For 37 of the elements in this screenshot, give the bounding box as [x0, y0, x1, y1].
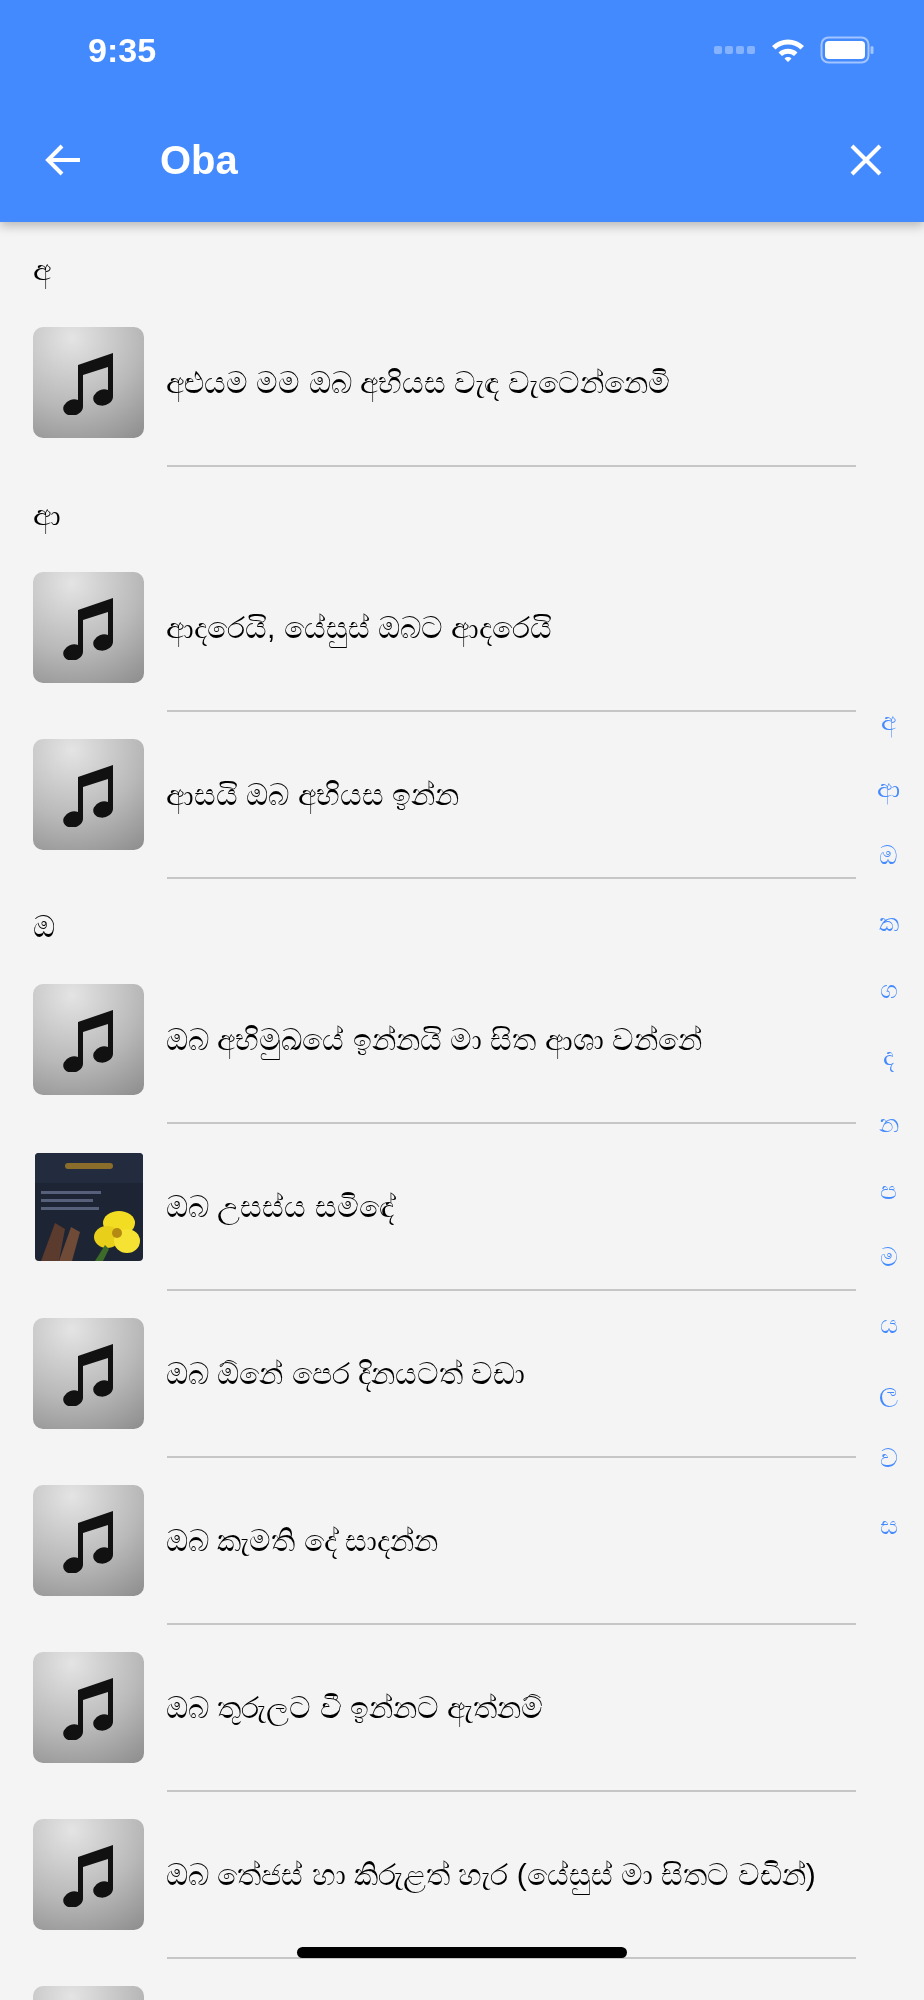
section-letter: ඔ	[33, 912, 55, 942]
song-title: ඔබ තුරුලට වී ඉන්නට ඇත්නම්	[166, 1685, 544, 1730]
index-letter[interactable]: ව	[879, 1425, 898, 1492]
wifi-icon	[770, 37, 806, 63]
index-letter[interactable]: ආ	[877, 755, 900, 822]
song-title: ඔබ උසස්ය සමිඳේ	[166, 1189, 394, 1227]
song-row[interactable]: ඔබ තේජස් හා කිරුළත් හැර (යේසුස් මා සිතට වඩින්)	[0, 1792, 860, 1957]
song-title: ආසයි ඔබ අභියස ඉන්න	[166, 772, 459, 817]
index-letter[interactable]: ම	[879, 1224, 898, 1291]
signal-icon	[714, 45, 756, 55]
search-query[interactable]: Oba	[160, 130, 238, 190]
index-letter[interactable]: ඔ	[879, 822, 898, 889]
status-time: 9:35	[88, 29, 157, 71]
song-row[interactable]: අළුයම මම ඔබ අභියස වැඳ වැටෙන්නෙමි	[0, 300, 860, 465]
song-row[interactable]: ඔබ අභිමුඛයේ ඉන්නයි මා සිත ආශා වන්නේ	[0, 957, 860, 1122]
index-letter[interactable]: ස	[879, 1492, 898, 1559]
index-letter[interactable]: ක	[878, 889, 899, 956]
song-row[interactable]: ඔබ තුරුලට වී ඉන්නට ඇත්නම්	[0, 1625, 860, 1790]
index-letter[interactable]: න	[878, 1090, 899, 1157]
song-row[interactable]: ආසයි ඔබ අභියස ඉන්න	[0, 712, 860, 877]
song-title: ඔබ ඕනේ පෙර දිනයටත් වඩා	[166, 1356, 526, 1394]
index-letter[interactable]: ල	[879, 1358, 898, 1425]
index-letter[interactable]: ප	[880, 1157, 897, 1224]
battery-icon	[820, 36, 874, 64]
song-title: ආදරෙයි, යේසුස් ඔබට ආදරෙයි	[166, 605, 553, 650]
song-row[interactable]: ඔබ කැමති දේ සාදන්න	[0, 1458, 860, 1623]
song-row[interactable]: ඔබ උසස්ය සමිඳේ	[0, 1124, 860, 1289]
index-letter[interactable]: අ	[881, 688, 896, 755]
song-row[interactable]: ආදරෙයි, යේසුස් ඔබට ආදරෙයි	[0, 545, 860, 710]
index-letter[interactable]: ය	[879, 1291, 898, 1358]
index-letter[interactable]: ද	[883, 1023, 894, 1090]
song-title: ඔබ අභිමුඛයේ ඉන්නයි මා සිත ආශා වන්නේ	[166, 1017, 702, 1062]
song-title: අළුයම මම ඔබ අභියස වැඳ වැටෙන්නෙමි	[166, 360, 670, 405]
song-row[interactable]: ඔබ ඕනේ පෙර දිනයටත් වඩා	[0, 1291, 860, 1456]
index-letter[interactable]: ග	[879, 956, 898, 1023]
song-title: ඔබ තේජස් හා කිරුළත් හැර (යේසුස් මා සිතට වඩින්)	[166, 1852, 816, 1897]
song-title: ඔබ කැමති දේ සාදන්න	[166, 1523, 438, 1561]
